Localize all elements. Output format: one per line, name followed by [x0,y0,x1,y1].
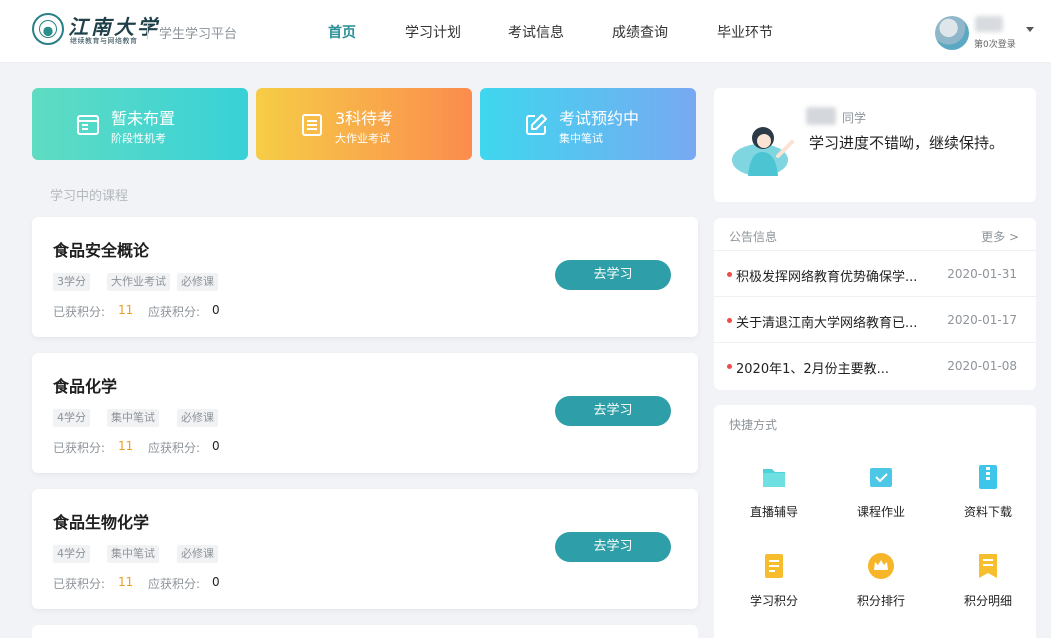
shortcut-label: 直播辅导 [749,505,798,519]
earned-label: 已获积分: [53,577,106,591]
due-value: 0 [212,439,220,453]
notice-item[interactable]: 2020年1、2月份主要教... 2020-01-08 [714,342,1036,388]
due-label: 应获积分: [148,577,201,591]
login-count: 第0次登录 [974,40,1016,50]
earned-value: 11 [118,303,134,317]
status-card-title: 考试预约中 [559,109,640,128]
platform-title: 学生学习平台 [159,27,238,42]
shortcut-points-ranking[interactable]: 积分排行 [841,552,921,622]
course-name: 食品生物化学 [53,513,150,532]
shortcuts-title: 快捷方式 [729,418,778,432]
shortcuts-card: 快捷方式 直播辅导 课程作业 资料下载 学习积分 积分排行 积分明细 [714,405,1036,638]
go-study-button[interactable]: 去学习 [555,260,671,290]
student-illustration-icon [732,127,794,176]
notice-item[interactable]: 关于清退江南大学网络教育已... 2020-01-17 [714,296,1036,342]
notice-dot [727,364,732,369]
nav-home[interactable]: 首页 [328,22,356,42]
calendar-icon [77,115,99,135]
status-card-title: 暂未布置 [111,109,176,128]
nav-score-query[interactable]: 成绩查询 [612,22,668,42]
student-name-redacted [806,107,836,125]
zip-download-icon [979,465,997,489]
shortcut-label: 积分明细 [963,594,1012,608]
shortcut-label: 学习积分 [749,594,798,608]
status-card-subtitle: 阶段性机考 [111,132,166,145]
notes-icon [765,554,783,578]
course-card: 食品生物化学 4学分 集中笔试 必修课 已获积分: 11 应获积分: 0 去学习 [32,489,698,609]
user-avatar[interactable] [935,16,969,50]
course-tag: 必修课 [177,545,218,563]
course-name: 食品化学 [53,377,118,396]
earned-label: 已获积分: [53,441,106,455]
homework-icon [870,468,892,487]
nav-study-plan[interactable]: 学习计划 [405,22,461,42]
notice-text[interactable]: 关于清退江南大学网络教育已... [736,312,917,331]
status-card-exam-booking[interactable]: 考试预约中 集中笔试 [480,88,696,160]
notice-dot [727,272,732,277]
nav-exam-info[interactable]: 考试信息 [508,22,564,42]
shortcut-course-homework[interactable]: 课程作业 [841,463,921,533]
shortcut-live-tutoring[interactable]: 直播辅导 [734,463,814,533]
due-label: 应获积分: [148,305,201,319]
bookmark-list-icon [979,554,997,578]
document-list-icon [302,114,322,136]
course-tag: 4学分 [53,545,90,563]
course-tag: 4学分 [53,409,90,427]
notice-card: 公告信息 更多 > 积极发挥网络教育优势确保学... 2020-01-31 关于… [714,218,1036,390]
edit-icon [526,114,547,135]
notice-date: 2020-01-17 [947,313,1017,327]
due-label: 应获积分: [148,441,201,455]
status-card-title: 3科待考 [335,109,394,128]
status-card-assignment-exam[interactable]: 3科待考 大作业考试 [256,88,472,160]
course-name: 食品安全概论 [53,241,150,260]
greeting-suffix: 同学 [842,111,867,125]
course-card-partial [32,625,698,638]
course-tag: 大作业考试 [107,273,170,291]
course-card: 食品安全概论 3学分 大作业考试 必修课 已获积分: 11 应获积分: 0 去学… [32,217,698,337]
course-tag: 集中笔试 [107,545,159,563]
user-name-redacted[interactable] [975,16,1003,32]
notice-date: 2020-01-08 [947,359,1017,373]
course-tag: 集中笔试 [107,409,159,427]
course-tag: 必修课 [177,409,218,427]
notice-text[interactable]: 积极发挥网络教育优势确保学... [736,266,917,285]
notice-more-link[interactable]: 更多 > [981,228,1019,245]
go-study-button[interactable]: 去学习 [555,532,671,562]
notice-text[interactable]: 2020年1、2月份主要教... [736,358,889,377]
status-card-stage-exam[interactable]: 暂未布置 阶段性机考 [32,88,248,160]
nav-graduation[interactable]: 毕业环节 [717,22,773,42]
top-header: 江南大学 继续教育与网络教育 学生学习平台 首页 学习计划 考试信息 成绩查询 … [0,0,1051,63]
course-tag: 3学分 [53,273,90,291]
due-value: 0 [212,575,220,589]
notice-date: 2020-01-31 [947,267,1017,281]
shortcut-label: 资料下载 [963,505,1012,519]
earned-label: 已获积分: [53,305,106,319]
course-card: 食品化学 4学分 集中笔试 必修课 已获积分: 11 应获积分: 0 去学习 [32,353,698,473]
university-emblem-icon[interactable] [32,13,64,45]
notice-item[interactable]: 积极发挥网络教育优势确保学... 2020-01-31 [714,250,1036,296]
crown-icon [868,553,894,579]
status-card-subtitle: 大作业考试 [335,132,390,145]
earned-value: 11 [118,575,134,589]
logo-divider [147,23,148,39]
shortcut-study-points[interactable]: 学习积分 [734,552,814,622]
status-card-subtitle: 集中笔试 [559,132,603,145]
greeting-message: 学习进度不错呦，继续保持。 [809,134,1005,152]
earned-value: 11 [118,439,134,453]
chevron-down-icon[interactable] [1026,27,1034,32]
section-label-courses: 学习中的课程 [50,189,129,204]
live-folder-icon [763,469,785,487]
notice-title: 公告信息 [729,230,778,244]
notice-dot [727,318,732,323]
greeting-card: 同学 学习进度不错呦，继续保持。 [714,88,1036,202]
shortcut-points-detail[interactable]: 积分明细 [948,552,1028,622]
go-study-button[interactable]: 去学习 [555,396,671,426]
shortcut-label: 积分排行 [856,594,905,608]
shortcut-label: 课程作业 [856,505,905,519]
due-value: 0 [212,303,220,317]
shortcut-material-download[interactable]: 资料下载 [948,463,1028,533]
course-tag: 必修课 [177,273,218,291]
logo-subtitle: 继续教育与网络教育 [70,37,138,45]
